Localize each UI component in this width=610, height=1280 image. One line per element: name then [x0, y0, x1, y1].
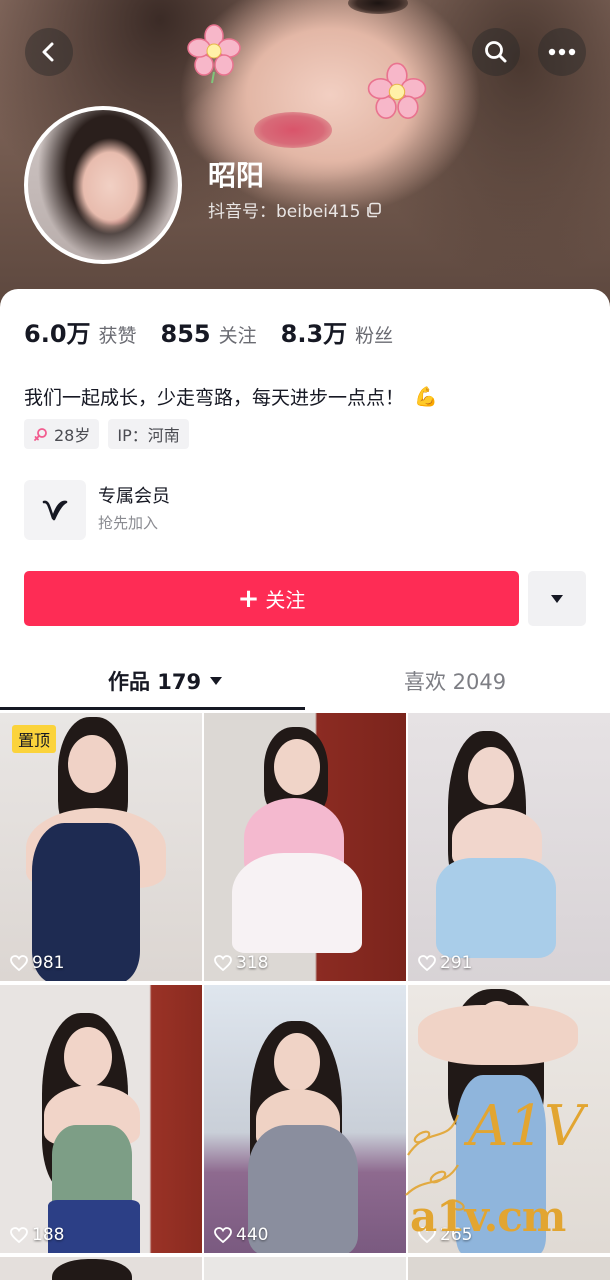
female-icon: [34, 428, 47, 441]
douyin-id-text: 抖音号：beibei415: [208, 202, 361, 222]
age-text: 28岁: [54, 426, 91, 445]
tab-works-label: 作品 179: [108, 670, 202, 694]
heart-icon: [214, 1227, 232, 1243]
active-tab-indicator: [0, 707, 305, 710]
tab-works[interactable]: 作品 179: [108, 655, 223, 707]
stat-label: 粉丝: [355, 325, 394, 347]
plus-icon: +: [237, 583, 260, 614]
follow-label: 关注: [265, 588, 306, 612]
more-button[interactable]: [538, 28, 586, 76]
like-count: 981: [10, 953, 64, 973]
membership-entry[interactable]: 专属会员 抢先加入: [24, 480, 170, 540]
chevron-left-icon: [42, 42, 54, 62]
avatar[interactable]: [24, 106, 182, 264]
membership-title: 专属会员: [98, 486, 170, 507]
video-tile[interactable]: 440: [204, 985, 406, 1253]
like-count: 318: [214, 953, 268, 973]
watermark-logo-text: A1V: [463, 1094, 588, 1159]
like-count-text: 188: [32, 1225, 65, 1245]
caret-down-icon: [210, 677, 223, 685]
like-count-text: 291: [440, 953, 473, 973]
follow-button[interactable]: + 关注: [24, 571, 519, 626]
membership-logo: [24, 480, 86, 540]
video-tile[interactable]: [204, 1257, 406, 1280]
pinned-badge: 置顶: [12, 725, 57, 753]
caret-down-icon: [551, 594, 563, 603]
age-tag: 28岁: [24, 419, 100, 449]
stat-likes[interactable]: 6.0万 获赞: [24, 314, 137, 349]
flower-sticker-icon: [187, 24, 241, 84]
stat-value: 6.0万: [24, 320, 91, 348]
ip-tag: IP：河南: [108, 419, 189, 449]
v-logo-icon: [42, 500, 68, 521]
tab-likes[interactable]: 喜欢 2049: [404, 655, 506, 707]
douyin-id[interactable]: 抖音号：beibei415: [208, 197, 382, 222]
back-button[interactable]: [25, 28, 73, 76]
stat-value: 855: [160, 320, 211, 348]
profile-stats: 6.0万 获赞 855 关注 8.3万 粉丝: [24, 314, 417, 349]
tab-likes-label: 喜欢 2049: [404, 670, 507, 694]
membership-subtitle: 抢先加入: [98, 514, 159, 532]
search-icon: [485, 41, 507, 63]
watermark-text: a1v.cm: [410, 1192, 566, 1241]
like-count: 440: [214, 1225, 268, 1245]
bio-text: 我们一起成长，少走弯路，每天进步一点点！: [24, 387, 405, 409]
recommend-dropdown-button[interactable]: [528, 571, 586, 626]
stat-value: 8.3万: [280, 320, 348, 348]
like-count: 188: [10, 1225, 64, 1245]
cover-lips: [254, 112, 332, 148]
cover-eye: [348, 0, 408, 14]
stat-label: 获赞: [98, 325, 137, 347]
content-tabs: 作品 179 喜欢 2049: [0, 655, 610, 711]
like-count-text: 981: [32, 953, 65, 973]
stat-following[interactable]: 855 关注: [161, 320, 257, 348]
profile-tags: 28岁 IP：河南: [24, 419, 189, 449]
video-tile[interactable]: [408, 1257, 610, 1280]
copy-icon[interactable]: [366, 202, 382, 218]
video-tile[interactable]: 188: [0, 985, 202, 1253]
ip-text: IP：河南: [117, 426, 180, 445]
profile-bio: 我们一起成长，少走弯路，每天进步一点点！ 💪: [24, 383, 438, 410]
heart-icon: [10, 955, 28, 971]
heart-icon: [10, 1227, 28, 1243]
video-tile[interactable]: 291: [408, 713, 610, 981]
flower-sticker-icon: [367, 62, 427, 119]
stat-label: 关注: [218, 325, 257, 347]
nickname: 昭阳: [208, 159, 265, 192]
like-count-text: 440: [236, 1225, 269, 1245]
video-tile[interactable]: [0, 1257, 202, 1280]
stat-followers[interactable]: 8.3万 粉丝: [281, 314, 394, 349]
more-dots-icon: [548, 48, 576, 56]
heart-icon: [214, 955, 232, 971]
search-button[interactable]: [472, 28, 520, 76]
flexed-biceps-emoji: 💪: [414, 386, 438, 408]
heart-icon: [418, 955, 436, 971]
like-count-text: 318: [236, 953, 269, 973]
video-tile[interactable]: 318: [204, 713, 406, 981]
like-count: 291: [418, 953, 472, 973]
video-tile[interactable]: 置顶 981: [0, 713, 202, 981]
